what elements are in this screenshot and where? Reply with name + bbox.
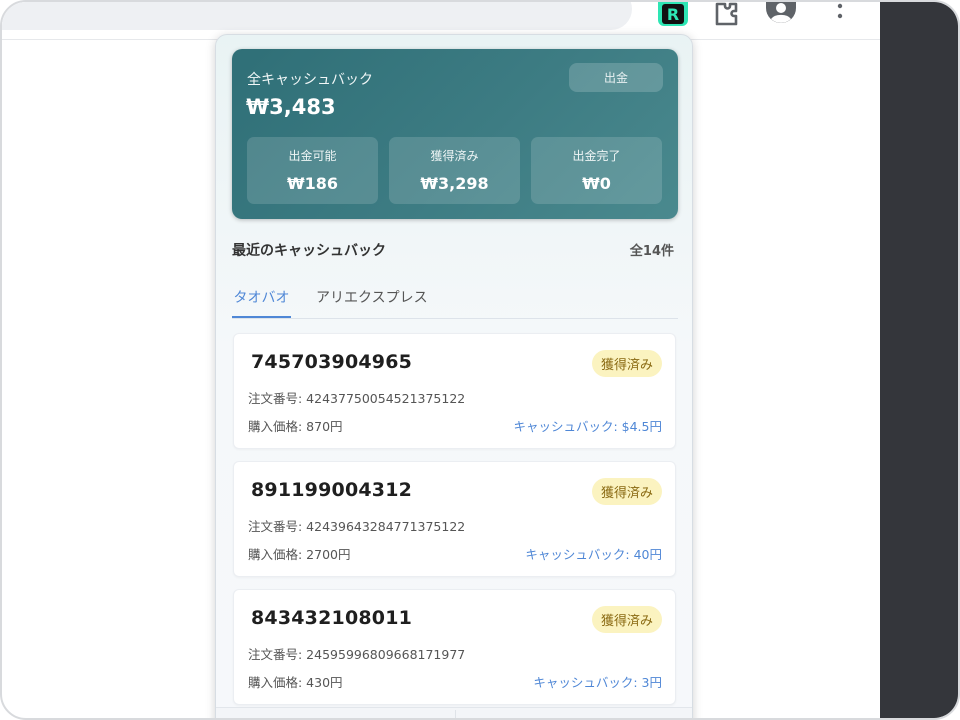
extension-popup: 全キャッシュバック ₩3,483 出金 出金可能 ₩186 獲得済み ₩3,29… (215, 34, 693, 718)
status-badge: 獲得済み (591, 478, 662, 505)
product-id: 891199004312 (251, 479, 413, 501)
purchase-price: 購入価格: 430円 (248, 675, 343, 690)
recent-cashback-title: 最近のキャッシュバック (232, 243, 386, 259)
kebab-menu-icon[interactable] (828, 2, 852, 26)
extension-r-icon[interactable]: R (658, 2, 688, 26)
withdraw-button[interactable]: 出金 (569, 63, 663, 92)
tab-taobao[interactable]: タオバオ (232, 285, 291, 318)
stat-label: 出金完了 (572, 149, 621, 163)
stat-withdrawable: 出金可能 ₩186 (247, 137, 378, 204)
cashback-card[interactable]: 745703904965 獲得済み 注文番号: 4243775005452137… (233, 333, 676, 449)
tab-aliexpress[interactable]: アリエクスプレス (316, 285, 428, 318)
extension-r-letter: R (662, 4, 684, 24)
bottom-nav (216, 707, 692, 718)
total-cashback-label: 全キャッシュバック (247, 72, 373, 88)
cashback-card[interactable]: 843432108011 獲得済み 注文番号: 2459599680966817… (233, 589, 676, 705)
order-number: 注文番号: 42439643284771375122 (248, 519, 466, 534)
status-badge: 獲得済み (591, 350, 662, 377)
purchase-price: 購入価格: 2700円 (248, 547, 351, 562)
puzzle-icon[interactable] (712, 2, 742, 26)
order-number: 注文番号: 42437750054521375122 (248, 391, 466, 406)
account-icon[interactable] (765, 2, 797, 26)
purchase-price: 購入価格: 870円 (248, 419, 343, 434)
cashback-summary-card: 全キャッシュバック ₩3,483 出金 出金可能 ₩186 獲得済み ₩3,29… (232, 49, 678, 219)
stat-earned: 獲得済み ₩3,298 (389, 137, 520, 204)
store-tabs: タオバオ アリエクスプレス (232, 285, 678, 319)
cashback-card[interactable]: 891199004312 獲得済み 注文番号: 4243964328477137… (233, 461, 676, 577)
stat-value: ₩3,298 (420, 174, 489, 193)
stat-label: 出金可能 (288, 149, 337, 163)
browser-window: R 全キャッシュバック ₩3,483 出金 出金可能 ₩186 獲得済み ₩3,… (0, 0, 960, 720)
cashback-amount: キャッシュバック: 3円 (533, 675, 662, 690)
stat-value: ₩186 (286, 174, 339, 193)
cashback-amount: キャッシュバック: $4.5円 (513, 419, 662, 434)
stat-label: 獲得済み (430, 149, 479, 163)
stat-withdrawn: 出金完了 ₩0 (531, 137, 662, 204)
nav-divider (455, 710, 456, 718)
stat-value: ₩0 (582, 174, 611, 193)
address-bar[interactable] (2, 2, 632, 30)
product-id: 745703904965 (251, 351, 413, 373)
cashback-amount: キャッシュバック: 40円 (525, 547, 662, 562)
product-id: 843432108011 (251, 607, 413, 629)
side-panel-background (880, 2, 958, 718)
total-cashback-amount: ₩3,483 (246, 95, 336, 119)
order-number: 注文番号: 24595996809668171977 (248, 647, 466, 662)
recent-cashback-count: 全14件 (629, 244, 674, 259)
status-badge: 獲得済み (591, 606, 662, 633)
